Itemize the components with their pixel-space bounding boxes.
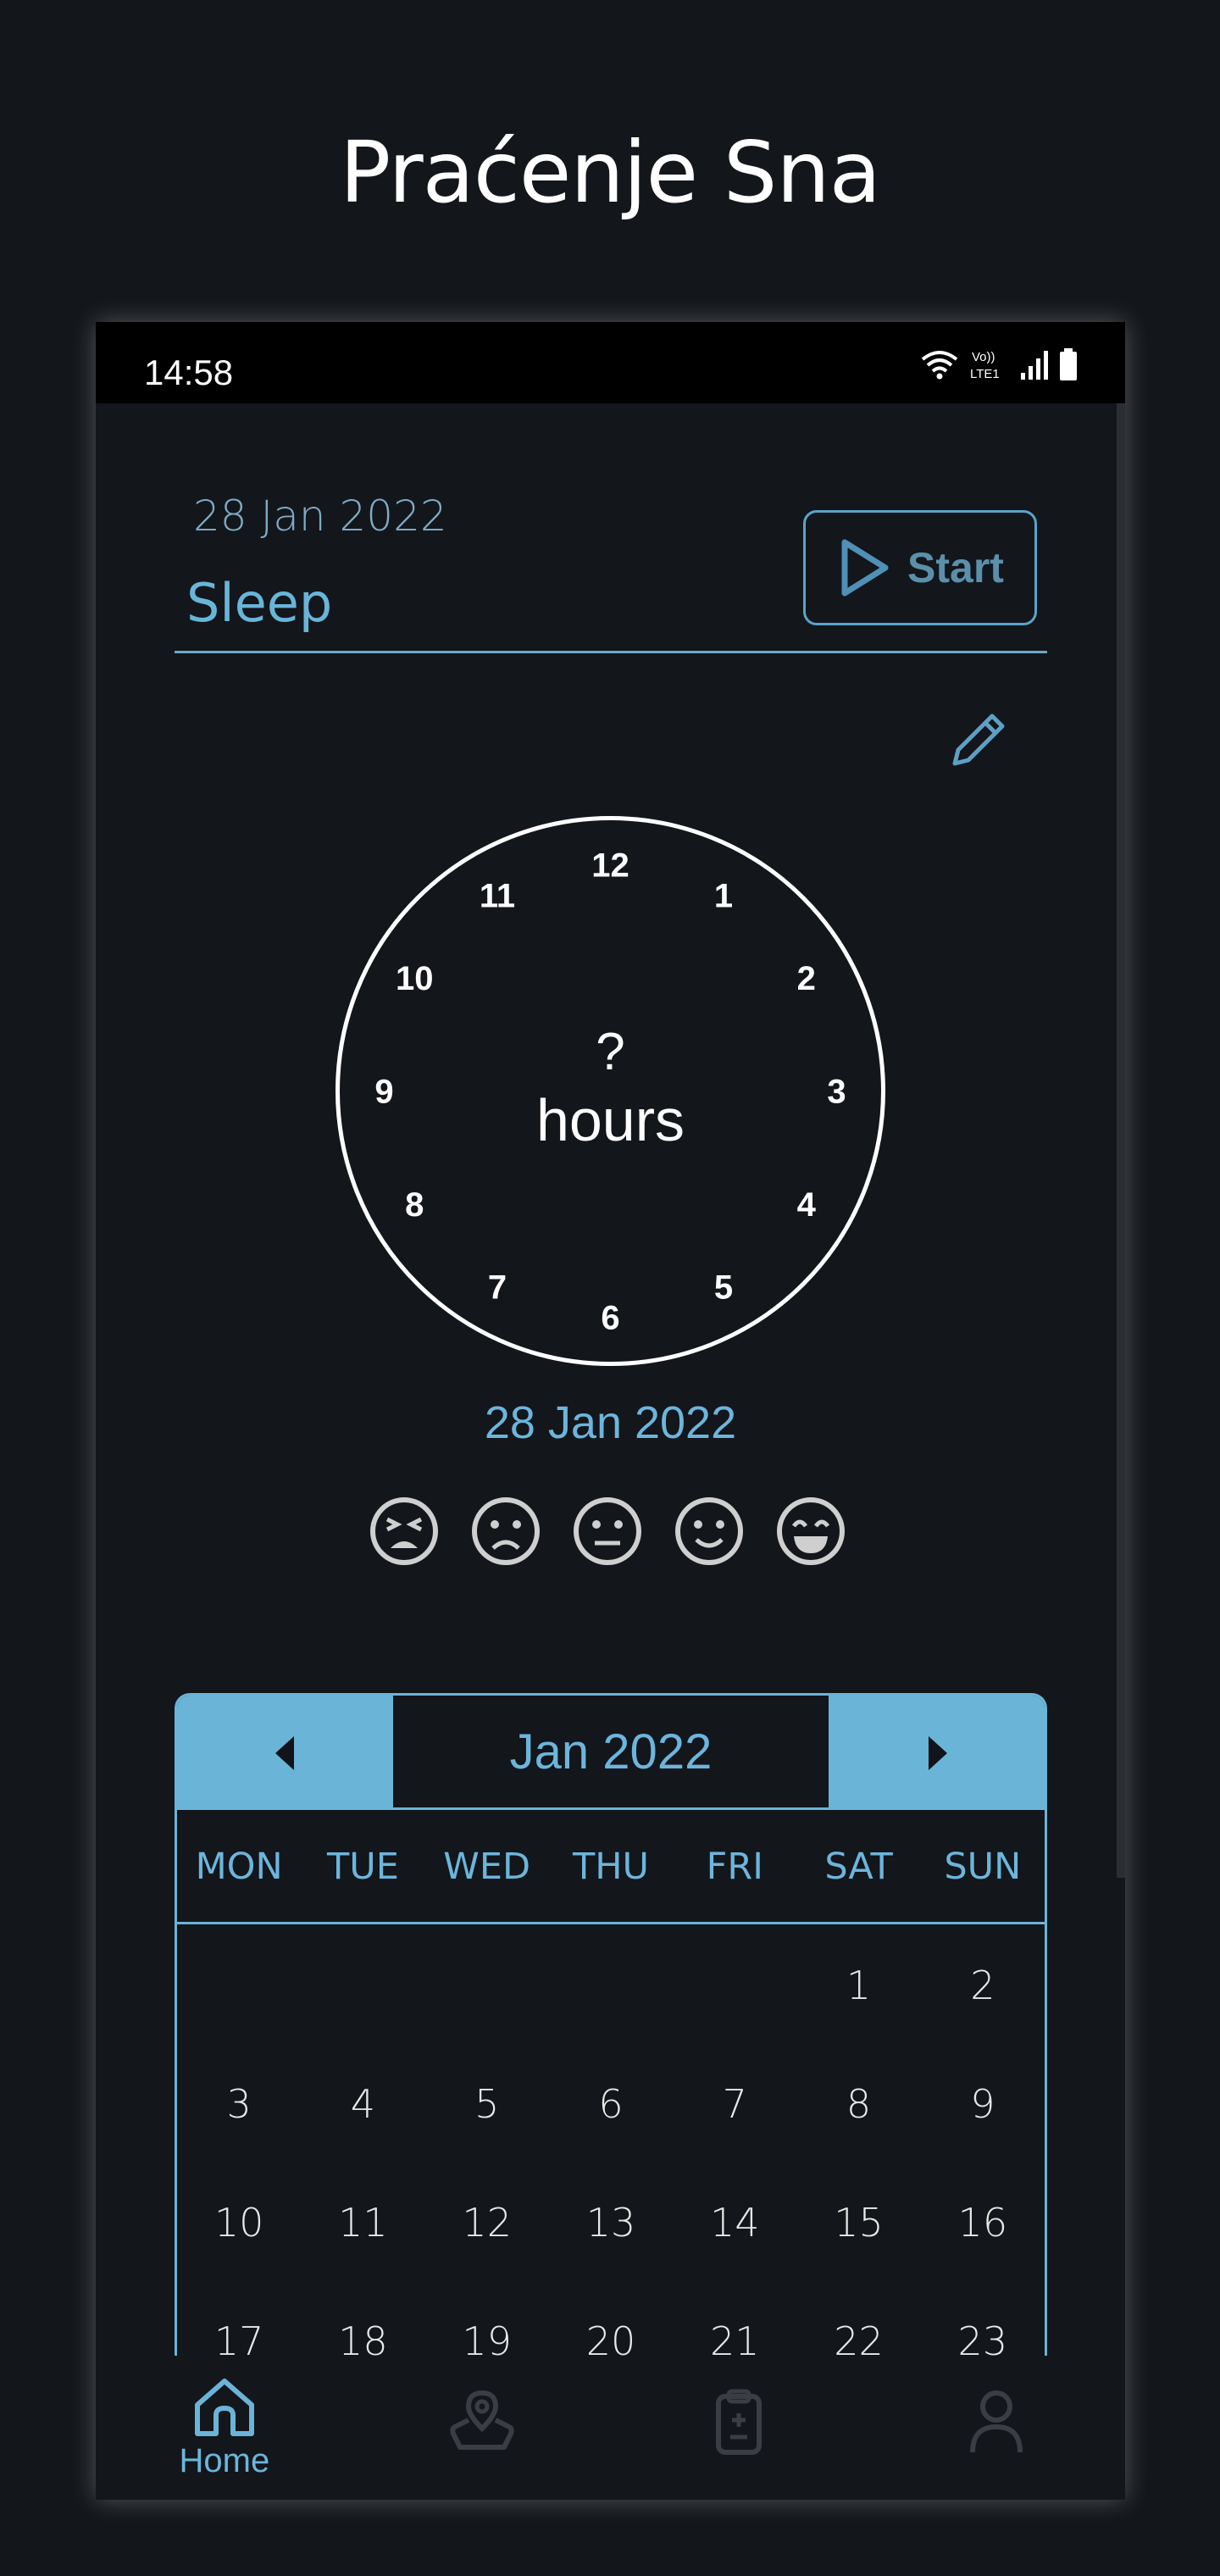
next-month-button[interactable] [829, 1696, 1045, 1810]
nav-item-profile[interactable] [868, 2356, 1125, 2500]
previous-month-button[interactable] [177, 1696, 393, 1810]
clipboard-icon [716, 2389, 762, 2455]
volte-top-text: Vo)) [972, 350, 995, 364]
calendar-day[interactable]: 14 [673, 2163, 796, 2282]
calendar-day[interactable] [301, 1926, 424, 2045]
weekday-label: FRI [706, 1846, 763, 1888]
calendar-month-title: Jan 2022 [393, 1696, 829, 1807]
calendar-day[interactable] [549, 1926, 673, 2045]
hours-unit: hours [535, 1087, 685, 1153]
calendar-grid: 1 2 3 4 5 6 7 8 9 10 11 12 13 14 15 16 1… [177, 1926, 1045, 2401]
nav-item-map[interactable] [353, 2356, 611, 2500]
calendar-day[interactable]: 13 [549, 2163, 673, 2282]
calendar-day[interactable]: 2 [921, 1926, 1045, 2045]
nav-item-home[interactable]: Home [96, 2356, 353, 2500]
calendar-week: 3 4 5 6 7 8 9 [177, 2045, 1045, 2163]
sad-icon[interactable] [470, 1496, 541, 1567]
calendar-day[interactable]: 5 [425, 2045, 549, 2163]
volte-icon: Vo)) LTE1 [970, 350, 1000, 381]
start-button[interactable]: Start [803, 510, 1037, 625]
calendar: Jan 2022 MON TUE WED THU FRI SAT SUN 1 2… [175, 1693, 1047, 2456]
play-icon [841, 539, 889, 597]
weekday-label: TUE [326, 1846, 399, 1888]
weekday-label: WED [443, 1846, 531, 1888]
weekday-label: MON [195, 1846, 283, 1888]
nav-label-home: Home [179, 2442, 270, 2479]
calendar-day[interactable]: 3 [177, 2045, 301, 2163]
home-icon [194, 2379, 254, 2436]
calendar-day[interactable] [177, 1926, 301, 2045]
entry-title-field[interactable]: Sleep [186, 572, 332, 634]
battery-icon [1060, 348, 1077, 380]
status-icons: Vo)) LTE1 [919, 347, 1079, 381]
bottom-navigation: Home [96, 2356, 1125, 2500]
clock-number: 8 [405, 1186, 424, 1224]
map-pin-icon [449, 2390, 514, 2450]
calendar-day[interactable] [425, 1926, 549, 2045]
mood-selector [369, 1496, 846, 1567]
arrow-left-icon [274, 1735, 294, 1770]
clock-number: 2 [797, 960, 816, 997]
clock-number: 12 [591, 847, 629, 885]
signal-icon [1021, 351, 1048, 380]
calendar-day[interactable]: 10 [177, 2163, 301, 2282]
status-time: 14:58 [144, 353, 234, 392]
weekday-label: SUN [944, 1846, 1022, 1888]
neutral-icon[interactable] [572, 1496, 643, 1567]
happy-icon[interactable] [674, 1496, 745, 1567]
page-title: Praćenje Sna [339, 123, 881, 222]
status-bar: 14:58 Vo)) LTE1 [96, 322, 1125, 403]
clock-number: 11 [480, 877, 515, 914]
phone-frame: 14:58 Vo)) LTE1 28 Jan 2022 Sleep Start … [96, 322, 1125, 2500]
calendar-weekdays: MON TUE WED THU FRI SAT SUN [177, 1810, 1045, 1924]
clock-number: 5 [714, 1269, 733, 1307]
person-icon [970, 2390, 1023, 2453]
clock-number: 7 [488, 1269, 507, 1307]
calendar-day[interactable]: 15 [796, 2163, 920, 2282]
weekday-label: THU [572, 1846, 650, 1888]
calendar-day[interactable]: 4 [301, 2045, 424, 2163]
title-underline [175, 651, 1047, 653]
wifi-icon [921, 351, 958, 380]
calendar-day[interactable]: 9 [921, 2045, 1045, 2163]
clock-number: 10 [396, 960, 434, 997]
calendar-day[interactable]: 1 [796, 1926, 920, 2045]
start-label: Start [907, 544, 1004, 591]
very-happy-icon[interactable] [775, 1496, 846, 1567]
calendar-week: 1 2 [177, 1926, 1045, 2045]
clock-number: 4 [797, 1186, 817, 1224]
calendar-day[interactable]: 16 [921, 2163, 1045, 2282]
calendar-day[interactable]: 6 [549, 2045, 673, 2163]
hours-value: ? [596, 1023, 625, 1081]
clock-number: 6 [601, 1300, 619, 1337]
calendar-header: Jan 2022 [177, 1696, 1045, 1810]
calendar-week: 10 11 12 13 14 15 16 [177, 2163, 1045, 2282]
nav-item-clipboard[interactable] [611, 2356, 868, 2500]
very-sad-icon[interactable] [369, 1496, 440, 1567]
weekday-label: SAT [824, 1846, 893, 1888]
calendar-day[interactable]: 7 [673, 2045, 796, 2163]
calendar-day[interactable]: 11 [301, 2163, 424, 2282]
arrow-right-icon [928, 1735, 947, 1770]
calendar-day[interactable]: 12 [425, 2163, 549, 2282]
calendar-day[interactable]: 8 [796, 2045, 920, 2163]
clock-number: 1 [714, 877, 733, 914]
selected-date: 28 Jan 2022 [484, 1397, 737, 1448]
calendar-day[interactable] [673, 1926, 796, 2045]
pencil-icon[interactable] [943, 708, 1011, 775]
volte-bottom-text: LTE1 [970, 367, 1000, 381]
entry-date: 28 Jan 2022 [193, 491, 447, 541]
